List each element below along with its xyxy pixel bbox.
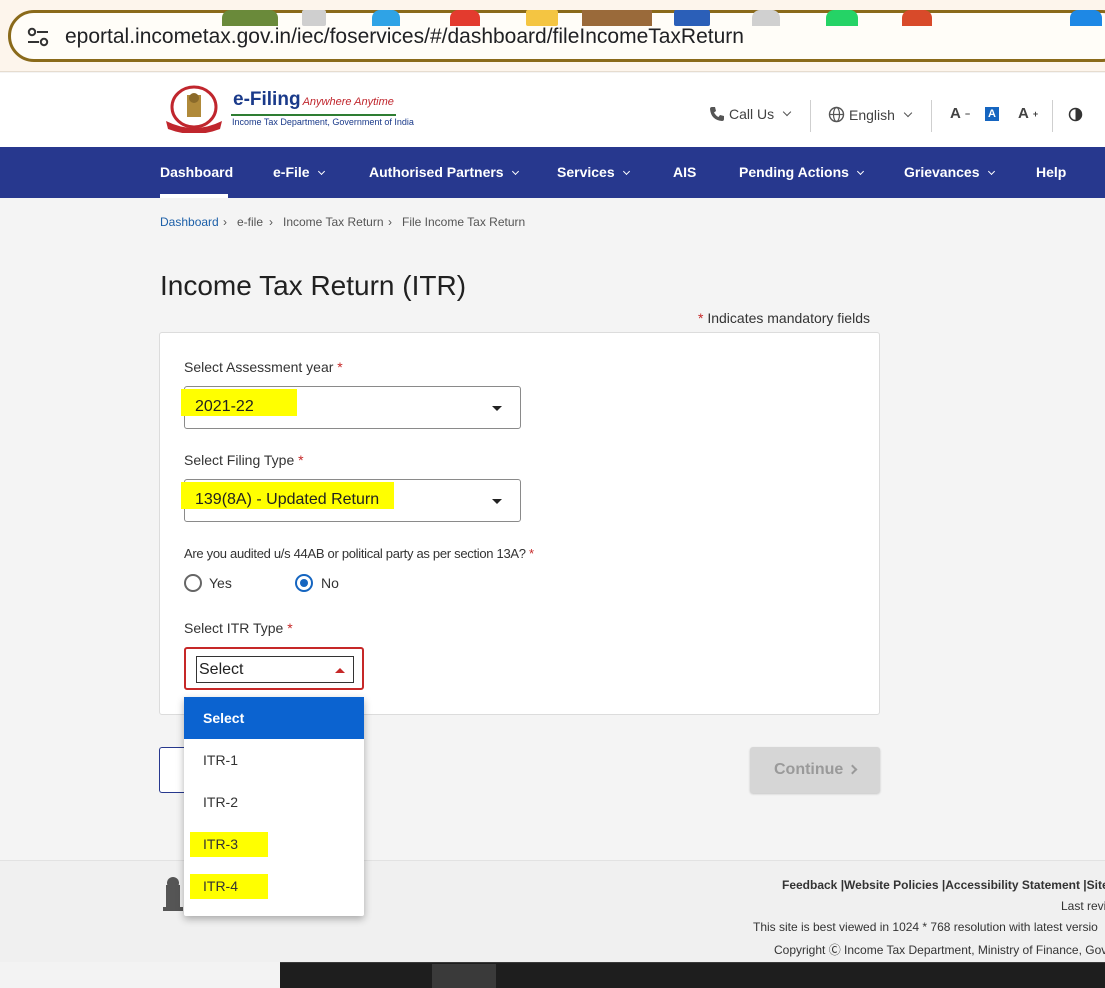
chevron-down-icon xyxy=(903,108,913,117)
caret-down-icon xyxy=(492,406,502,411)
language-menu[interactable]: English xyxy=(828,106,913,123)
nav-services[interactable]: Services xyxy=(557,147,630,198)
assessment-year-select[interactable]: 2021-22 xyxy=(181,386,521,429)
itr-option-itr-3[interactable]: ITR-3 xyxy=(184,823,364,865)
chevron-down-icon xyxy=(622,167,630,176)
page-title: Income Tax Return (ITR) xyxy=(160,270,467,301)
taskbar-app-icon[interactable] xyxy=(902,10,932,26)
language-label: English xyxy=(849,106,895,123)
font-reset-button[interactable]: A xyxy=(985,107,999,121)
globe-icon xyxy=(828,106,845,123)
logo-divider xyxy=(231,114,396,116)
site-header: e-Filing Anywhere Anytime Income Tax Depa… xyxy=(0,73,1105,147)
word-app-icon[interactable] xyxy=(674,10,710,26)
audit-question-label: Are you audited u/s 44AB or political pa… xyxy=(184,546,534,561)
call-us-menu[interactable]: Call Us xyxy=(709,106,792,122)
nav-dashboard[interactable]: Dashboard xyxy=(160,147,233,198)
logo-subtitle: Income Tax Department, Government of Ind… xyxy=(232,117,414,127)
itr-type-label: Select ITR Type * xyxy=(184,620,293,636)
nav-authorised-partners[interactable]: Authorised Partners xyxy=(369,147,519,198)
whatsapp-icon[interactable] xyxy=(826,10,858,26)
taskbar-left-area xyxy=(0,962,280,988)
chevron-down-icon xyxy=(856,167,864,176)
efiling-emblem-logo[interactable] xyxy=(162,85,226,133)
taskbar-app-icon[interactable] xyxy=(1070,10,1102,26)
audit-no-label[interactable]: No xyxy=(321,575,339,591)
itr-type-select[interactable]: Select xyxy=(184,647,364,690)
chevron-down-icon xyxy=(511,167,519,176)
filing-type-label: Select Filing Type * xyxy=(184,452,304,468)
footer-resolution-note: This site is best viewed in 1024 * 768 r… xyxy=(753,920,1098,934)
nav-e-file[interactable]: e-File xyxy=(273,147,325,198)
header-divider xyxy=(810,100,811,132)
header-divider xyxy=(931,100,932,132)
assessment-year-label: Select Assessment year * xyxy=(184,359,343,375)
audit-yes-radio[interactable] xyxy=(184,574,202,592)
logo-title: e-Filing Anywhere Anytime xyxy=(233,89,394,110)
font-decrease-button[interactable]: A − xyxy=(950,105,970,122)
national-emblem-icon xyxy=(163,877,183,911)
itr-option-itr-1[interactable]: ITR-1 xyxy=(184,739,364,781)
main-nav: Dashboard e-File Authorised Partners Ser… xyxy=(0,147,1105,198)
nav-grievances[interactable]: Grievances xyxy=(904,147,995,198)
nav-ais[interactable]: AIS xyxy=(673,147,696,198)
chrome-browser-icon[interactable] xyxy=(450,10,480,26)
itr-type-select-inner[interactable]: Select xyxy=(196,656,354,683)
settings-gear-icon[interactable] xyxy=(752,10,780,26)
site-settings-icon[interactable] xyxy=(27,27,49,47)
footer-copyright: Copyright Ⓒ Income Tax Department, Minis… xyxy=(774,943,1105,957)
filing-type-select[interactable]: 139(8A) - Updated Return xyxy=(181,479,521,522)
chevron-down-icon xyxy=(987,167,995,176)
chevron-down-icon xyxy=(317,167,325,176)
contrast-toggle-icon[interactable] xyxy=(1068,107,1083,122)
call-us-label: Call Us xyxy=(729,106,775,122)
mandatory-note: * Indicates mandatory fields xyxy=(698,310,870,326)
header-divider xyxy=(1052,100,1053,132)
nav-help[interactable]: Help xyxy=(1036,147,1066,198)
phone-icon xyxy=(710,107,724,121)
chevron-right-icon xyxy=(847,764,858,775)
taskbar-app-icon[interactable] xyxy=(222,10,278,26)
itr-option-itr-4[interactable]: ITR-4 xyxy=(184,865,364,907)
file-explorer-icon[interactable] xyxy=(526,10,558,26)
chevron-down-icon xyxy=(782,107,792,117)
caret-down-icon xyxy=(492,499,502,504)
breadcrumb-e-file[interactable]: e-file xyxy=(237,215,263,229)
url-text[interactable]: eportal.incometax.gov.in/iec/foservices/… xyxy=(65,25,744,49)
taskbar-active-slot xyxy=(432,964,496,988)
audit-no-radio[interactable] xyxy=(295,574,313,592)
task-view-icon[interactable] xyxy=(302,10,326,26)
breadcrumb-income-tax-return[interactable]: Income Tax Return xyxy=(283,215,384,229)
continue-button[interactable]: Continue xyxy=(750,747,880,793)
nav-active-indicator xyxy=(160,194,228,198)
taskbar-app-icon[interactable] xyxy=(582,10,652,26)
itr-option-itr-2[interactable]: ITR-2 xyxy=(184,781,364,823)
audit-yes-label[interactable]: Yes xyxy=(209,575,232,591)
itr-type-dropdown-menu: Select ITR-1 ITR-2 ITR-3 ITR-4 xyxy=(184,697,364,916)
edge-browser-icon[interactable] xyxy=(372,10,400,26)
caret-up-icon xyxy=(335,668,345,673)
itr-option-select[interactable]: Select xyxy=(184,697,364,739)
breadcrumb-dashboard[interactable]: Dashboard xyxy=(160,215,219,229)
footer-last-reviewed: Last revi xyxy=(1061,899,1105,913)
font-increase-button[interactable]: A + xyxy=(1018,105,1038,122)
nav-pending-actions[interactable]: Pending Actions xyxy=(739,147,864,198)
breadcrumb-file-itr: File Income Tax Return xyxy=(402,215,526,229)
footer-links[interactable]: Feedback |Website Policies |Accessibilit… xyxy=(782,878,1105,892)
